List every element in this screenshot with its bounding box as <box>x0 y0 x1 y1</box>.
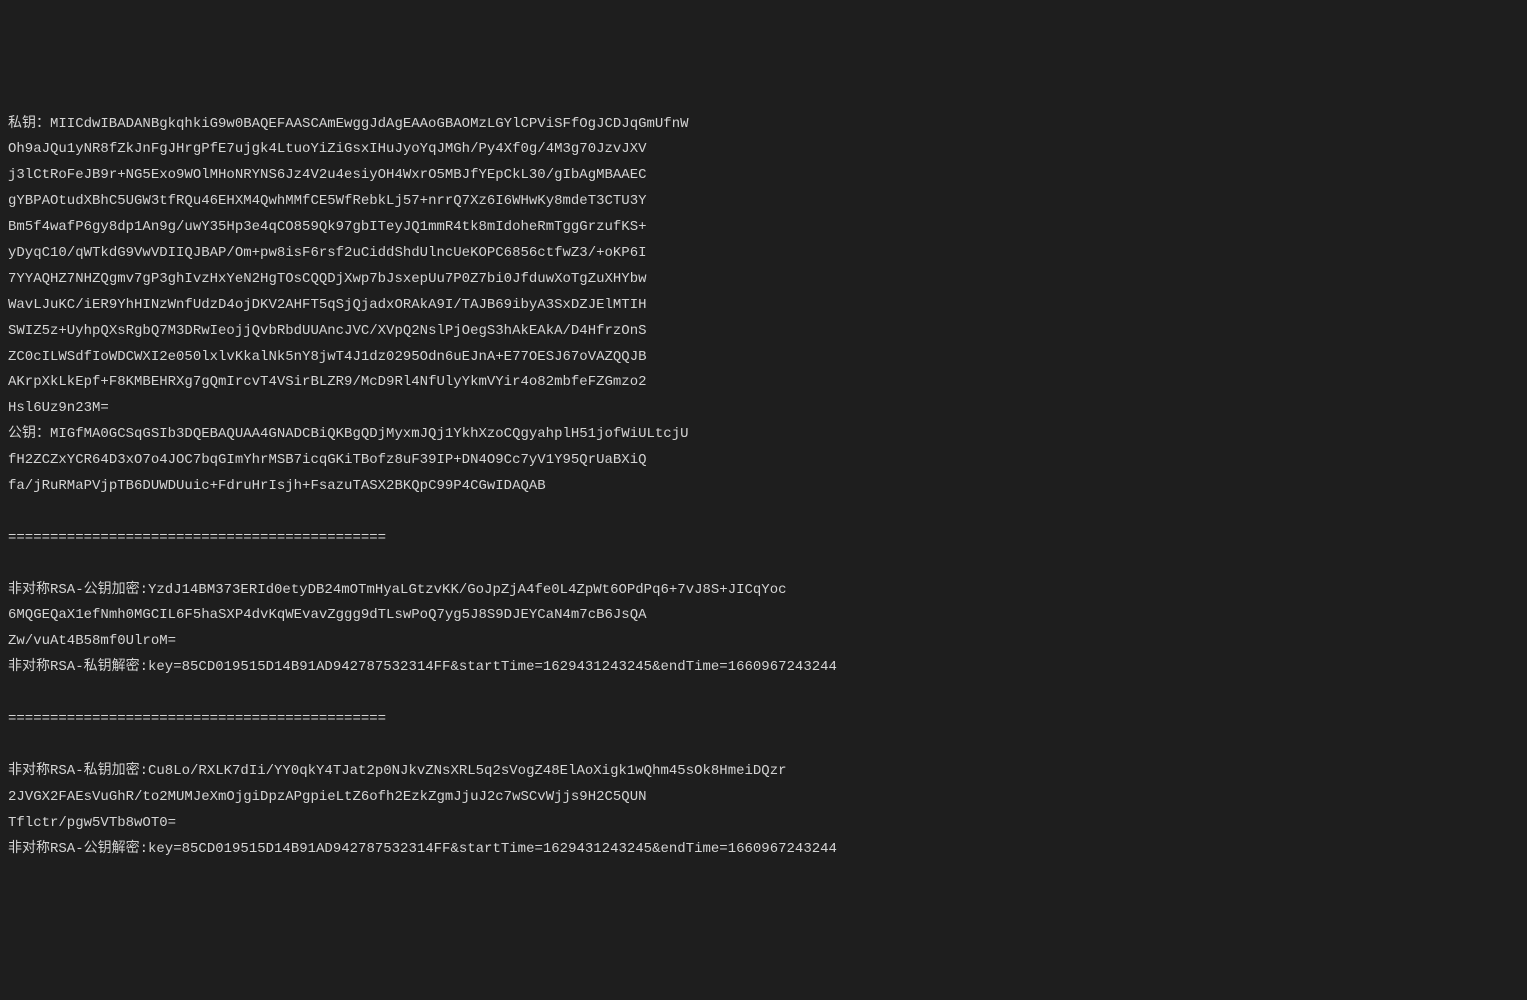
console-line: gYBPAOtudXBhC5UGW3tfRQu46EHXM4QwhMMfCE5W… <box>8 189 1519 215</box>
console-line: 非对称RSA-私钥加密:Cu8Lo/RXLK7dIi/YY0qkY4TJat2p… <box>8 759 1519 785</box>
console-output: 私钥：MIICdwIBADANBgkqhkiG9w0BAQEFAASCAmEwg… <box>8 112 1519 863</box>
console-line: Bm5f4wafP6gy8dp1An9g/uwY35Hp3e4qCO859Qk9… <box>8 215 1519 241</box>
console-line: 非对称RSA-私钥解密:key=85CD019515D14B91AD942787… <box>8 655 1519 681</box>
console-line: fa/jRuRMaPVjpTB6DUWDUuic+FdruHrIsjh+Fsaz… <box>8 474 1519 500</box>
console-line: 非对称RSA-公钥解密:key=85CD019515D14B91AD942787… <box>8 837 1519 863</box>
console-line: yDyqC10/qWTkdG9VwVDIIQJBAP/Om+pw8isF6rsf… <box>8 241 1519 267</box>
console-line: Hsl6Uz9n23M= <box>8 396 1519 422</box>
console-line: 私钥：MIICdwIBADANBgkqhkiG9w0BAQEFAASCAmEwg… <box>8 112 1519 138</box>
console-line: fH2ZCZxYCR64D3xO7o4JOC7bqGImYhrMSB7icqGK… <box>8 448 1519 474</box>
console-line: 非对称RSA-公钥加密:YzdJ14BM373ERId0etyDB24mOTmH… <box>8 578 1519 604</box>
console-line: WavLJuKC/iER9YhHINzWnfUdzD4ojDKV2AHFT5qS… <box>8 293 1519 319</box>
console-line: AKrpXkLkEpf+F8KMBEHRXg7gQmIrcvT4VSirBLZR… <box>8 370 1519 396</box>
console-line: Oh9aJQu1yNR8fZkJnFgJHrgPfE7ujgk4LtuoYiZi… <box>8 137 1519 163</box>
console-line <box>8 500 1519 526</box>
console-line: j3lCtRoFeJB9r+NG5Exo9WOlMHoNRYNS6Jz4V2u4… <box>8 163 1519 189</box>
console-line: ========================================… <box>8 707 1519 733</box>
console-line: Zw/vuAt4B58mf0UlroM= <box>8 629 1519 655</box>
console-line <box>8 681 1519 707</box>
console-line: ========================================… <box>8 526 1519 552</box>
console-line <box>8 733 1519 759</box>
console-line: ZC0cILWSdfIoWDCWXI2e050lxlvKkalNk5nY8jwT… <box>8 345 1519 371</box>
console-line: 公钥：MIGfMA0GCSqGSIb3DQEBAQUAA4GNADCBiQKBg… <box>8 422 1519 448</box>
console-line <box>8 552 1519 578</box>
console-line: SWIZ5z+UyhpQXsRgbQ7M3DRwIeojjQvbRbdUUAnc… <box>8 319 1519 345</box>
console-line: 7YYAQHZ7NHZQgmv7gP3ghIvzHxYeN2HgTOsCQQDj… <box>8 267 1519 293</box>
console-line: 6MQGEQaX1efNmh0MGCIL6F5haSXP4dvKqWEvavZg… <box>8 603 1519 629</box>
console-line: 2JVGX2FAEsVuGhR/to2MUMJeXmOjgiDpzAPgpieL… <box>8 785 1519 811</box>
console-line: Tflctr/pgw5VTb8wOT0= <box>8 811 1519 837</box>
